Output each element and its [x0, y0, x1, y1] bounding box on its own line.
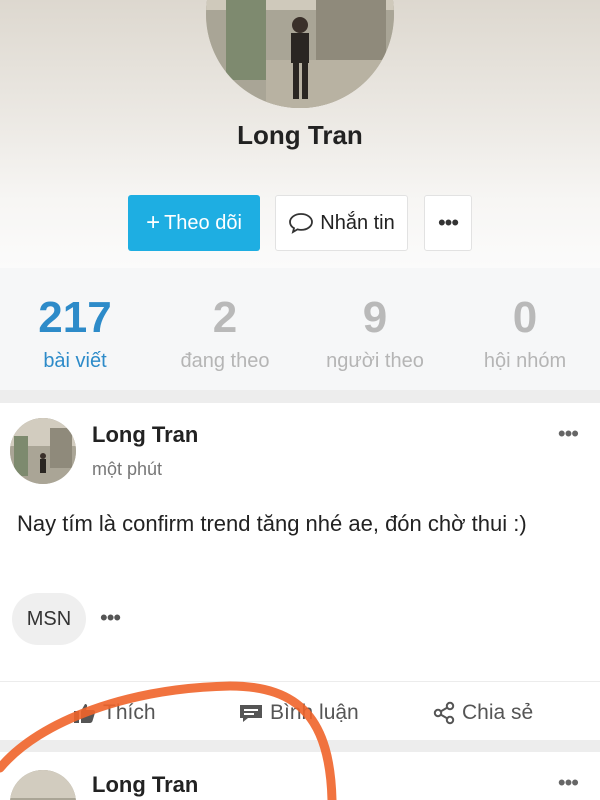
- post-card: Long Tran một phút ••• Nay tím là confir…: [0, 403, 600, 740]
- comment-icon: [240, 705, 262, 722]
- post-tag-chip[interactable]: MSN: [12, 593, 86, 645]
- stat-value: 217: [38, 293, 112, 342]
- like-label: Thích: [103, 701, 156, 724]
- profile-header: Long Tran + Theo dõi Nhắn tin •••: [0, 0, 600, 268]
- comment-button[interactable]: Bình luận: [238, 696, 359, 730]
- share-label: Chia sẻ: [462, 701, 534, 724]
- message-button-label: Nhắn tin: [320, 211, 395, 234]
- post-options-button[interactable]: •••: [558, 421, 579, 447]
- stat-following[interactable]: 2 đang theo: [150, 268, 300, 390]
- stat-followers[interactable]: 9 người theo: [300, 268, 450, 390]
- post-author-name[interactable]: Long Tran: [92, 772, 198, 798]
- post-card: Long Tran •••: [0, 752, 600, 800]
- profile-stats: 217 bài viết 2 đang theo 9 người theo 0 …: [0, 268, 600, 390]
- share-button[interactable]: Chia sẻ: [432, 696, 533, 730]
- post-body: Nay tím là confirm trend tăng nhé ae, đó…: [17, 511, 527, 536]
- stat-groups[interactable]: 0 hội nhóm: [450, 268, 600, 390]
- stat-value: 9: [362, 293, 388, 342]
- like-button[interactable]: Thích: [73, 696, 156, 730]
- stat-label: hội nhóm: [483, 350, 567, 372]
- profile-avatar[interactable]: [206, 0, 394, 108]
- stat-value: 2: [212, 293, 238, 342]
- chat-bubble-icon: [289, 213, 314, 234]
- post-options-button[interactable]: •••: [558, 770, 579, 796]
- more-options-button[interactable]: •••: [424, 195, 472, 251]
- stat-label: bài viết: [43, 350, 107, 372]
- divider: [0, 681, 600, 682]
- profile-name: Long Tran: [237, 120, 363, 150]
- stat-posts[interactable]: 217 bài viết: [0, 268, 150, 390]
- post-tag-more-button[interactable]: •••: [100, 605, 121, 631]
- share-icon: [433, 701, 455, 725]
- comment-label: Bình luận: [270, 701, 359, 724]
- message-button[interactable]: Nhắn tin: [275, 195, 408, 251]
- post-author-avatar[interactable]: [10, 770, 76, 800]
- post-author-avatar[interactable]: [10, 418, 76, 484]
- thumbs-up-icon: [74, 704, 96, 723]
- post-author-name[interactable]: Long Tran: [92, 422, 198, 448]
- stat-label: người theo: [326, 350, 424, 372]
- plus-icon: +: [146, 209, 161, 236]
- post-timestamp: một phút: [92, 459, 163, 479]
- stat-value: 0: [512, 293, 538, 342]
- follow-button[interactable]: + Theo dõi: [128, 195, 260, 251]
- follow-button-label: Theo dõi: [164, 211, 242, 234]
- stat-label: đang theo: [180, 350, 270, 372]
